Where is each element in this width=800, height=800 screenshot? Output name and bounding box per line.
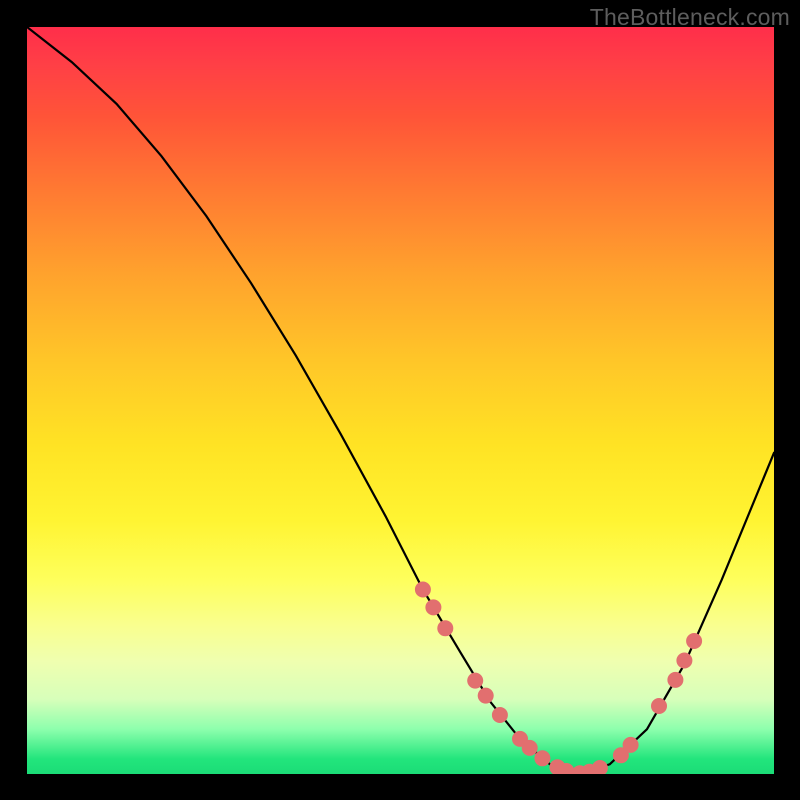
plot-area [27, 27, 774, 774]
marker-dot [522, 740, 538, 756]
marker-dot [425, 599, 441, 615]
chart-frame: TheBottleneck.com [0, 0, 800, 800]
marker-dot [492, 707, 508, 723]
bottleneck-curve [27, 27, 774, 774]
marker-dot [478, 688, 494, 704]
marker-dot [667, 672, 683, 688]
marker-dot [623, 737, 639, 753]
brand-watermark: TheBottleneck.com [590, 4, 790, 31]
marker-dot [437, 620, 453, 636]
marker-dot [592, 760, 608, 774]
marker-dot [676, 653, 692, 669]
marker-group [415, 582, 702, 775]
chart-svg [27, 27, 774, 774]
marker-dot [534, 750, 550, 766]
marker-dot [467, 673, 483, 689]
marker-dot [415, 582, 431, 598]
marker-dot [651, 698, 667, 714]
marker-dot [686, 633, 702, 649]
